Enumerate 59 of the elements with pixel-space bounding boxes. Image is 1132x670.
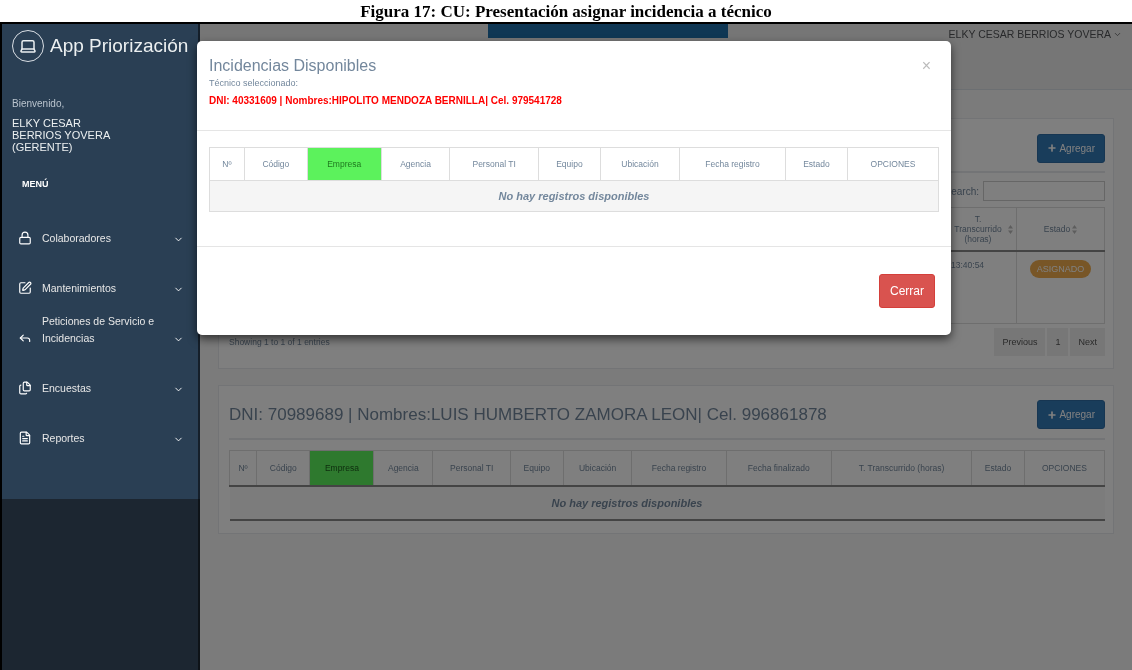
column-header[interactable]: Agencia [373,450,433,486]
lock-icon [18,231,32,245]
document-icon [18,431,32,445]
column-header[interactable]: Código [256,450,310,486]
search-field[interactable] [983,181,1105,201]
sidebar-item[interactable]: Mantenimientos [12,259,190,309]
modal-subtitle: Técnico seleccionado: [209,78,300,88]
column-header[interactable]: Equipo [538,147,601,181]
column-header[interactable]: Fecha finalizado [726,450,832,486]
add-button[interactable]: Agregar [1037,400,1105,429]
plus-icon [1047,409,1058,420]
column-header[interactable]: OPCIONES [847,147,939,181]
edit-icon [18,281,32,295]
modal-title: Incidencias Disponibles [209,57,378,75]
menu-heading: MENÚ [21,179,50,189]
column-header[interactable]: Código [244,147,308,181]
column-header[interactable]: Nº [209,147,245,181]
column-header[interactable]: Ubicación [600,147,680,181]
column-header[interactable]: Estado [1016,207,1105,251]
sidebar-item[interactable]: Colaboradores [12,209,190,259]
technician-info: DNI: 40331609 | Nombres:HIPOLITO MENDOZA BERNILLA| Cel. 979541728 [209,95,563,106]
column-header[interactable]: Fecha registro [632,450,727,486]
column-header[interactable]: Empresa [309,450,374,486]
files-icon [18,381,32,395]
pagination-button[interactable]: Next [1070,327,1105,356]
welcome-text: Bienvenido, [12,98,66,109]
reply-icon [18,331,32,345]
app-title: App Priorización [50,35,189,57]
plus-icon [1047,143,1058,153]
close-button[interactable]: × [913,57,939,75]
column-header[interactable]: Ubicación [563,450,632,486]
add-button[interactable]: Agregar [1037,133,1105,163]
empty-message: No hay registros disponibles [209,180,939,212]
user-menu[interactable]: ELKY CESAR BERRIOS YOVERA [948,28,1122,40]
column-header[interactable]: Personal TI [432,450,511,486]
sidebar-item[interactable]: Encuestas [12,359,190,409]
pagination-button[interactable]: 1 [1047,327,1069,356]
column-header[interactable]: Estado [971,450,1025,486]
column-header[interactable]: Agencia [381,147,450,181]
sidebar-item[interactable]: Reportes [12,409,190,459]
empty-message: No hay registros disponibles [229,485,1025,520]
sort-icon[interactable] [1008,224,1013,234]
pagination-button[interactable]: Previous [994,327,1046,356]
column-header[interactable]: Empresa [307,147,382,181]
close-dialog-button[interactable]: Cerrar [879,274,935,308]
sort-icon[interactable] [1072,224,1078,234]
column-header[interactable]: Equipo [510,450,564,486]
column-header[interactable]: Personal TI [449,147,539,181]
sidebar-item[interactable]: Peticiones de Servicio e Incidencias [12,309,190,359]
column-header[interactable]: Nº [229,450,257,486]
panel-title: DNI: 70989689 | Nombres:LUIS HUMBERTO ZAMORA LEON| Cel. 996861878 [229,404,827,425]
column-header[interactable]: Estado [785,147,848,181]
user-name: ELKY CESAR BERRIOS YOVERA (GERENTE) [12,117,111,153]
column-header[interactable]: T. Transcurrido (horas) [831,450,972,486]
column-header[interactable]: OPCIONES [1024,450,1105,486]
column-header[interactable]: Fecha registro [679,147,786,181]
status-badge: ASIGNADO [1029,260,1092,278]
search-label: earch: [951,185,979,197]
figure-caption: Figura 17: CU: Presentación asignar incidencia a técnico [360,2,772,22]
